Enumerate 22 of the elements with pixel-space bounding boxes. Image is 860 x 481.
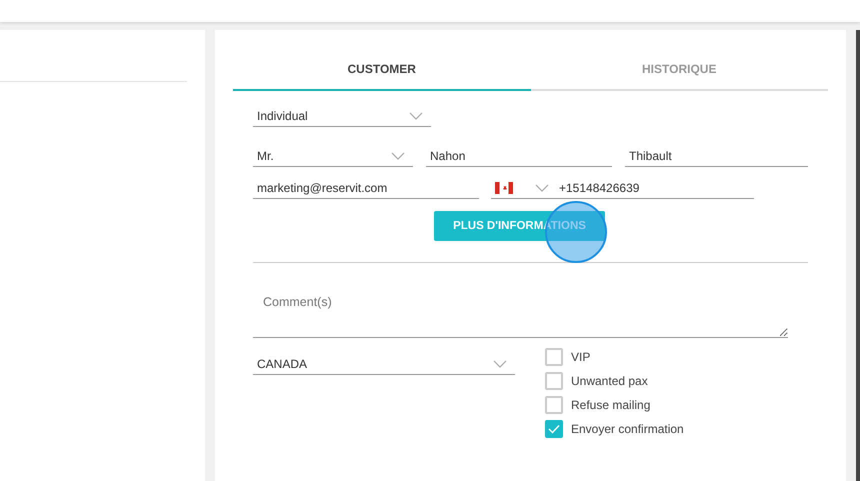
checkbox[interactable] [545,396,563,414]
customer-type-select[interactable]: Individual [253,105,431,127]
email-field[interactable]: marketing@reservit.com [253,177,479,199]
checkbox-label: VIP [571,350,590,364]
checkbox[interactable] [545,348,563,366]
checkbox-label: Unwanted pax [571,374,648,388]
first-name-field[interactable]: Thibault [625,145,808,167]
flag-icon [495,182,513,194]
checkbox-label: Refuse mailing [571,398,650,412]
last-name-field[interactable]: Nahon [426,145,612,167]
title-select[interactable]: Mr. [253,145,413,167]
phone-field[interactable]: +15148426639 [491,177,754,199]
checkbox-label: Envoyer confirmation [571,422,684,436]
tab[interactable]: CUSTOMER [233,52,530,91]
checkbox[interactable] [545,372,563,390]
country-select[interactable]: CANADA [253,353,515,375]
chevron-icon [535,184,549,192]
chevron-icon [409,112,423,120]
check-icon [548,424,560,434]
chevron-icon [493,360,507,368]
checkbox[interactable] [545,420,563,438]
chevron-icon [391,152,405,160]
